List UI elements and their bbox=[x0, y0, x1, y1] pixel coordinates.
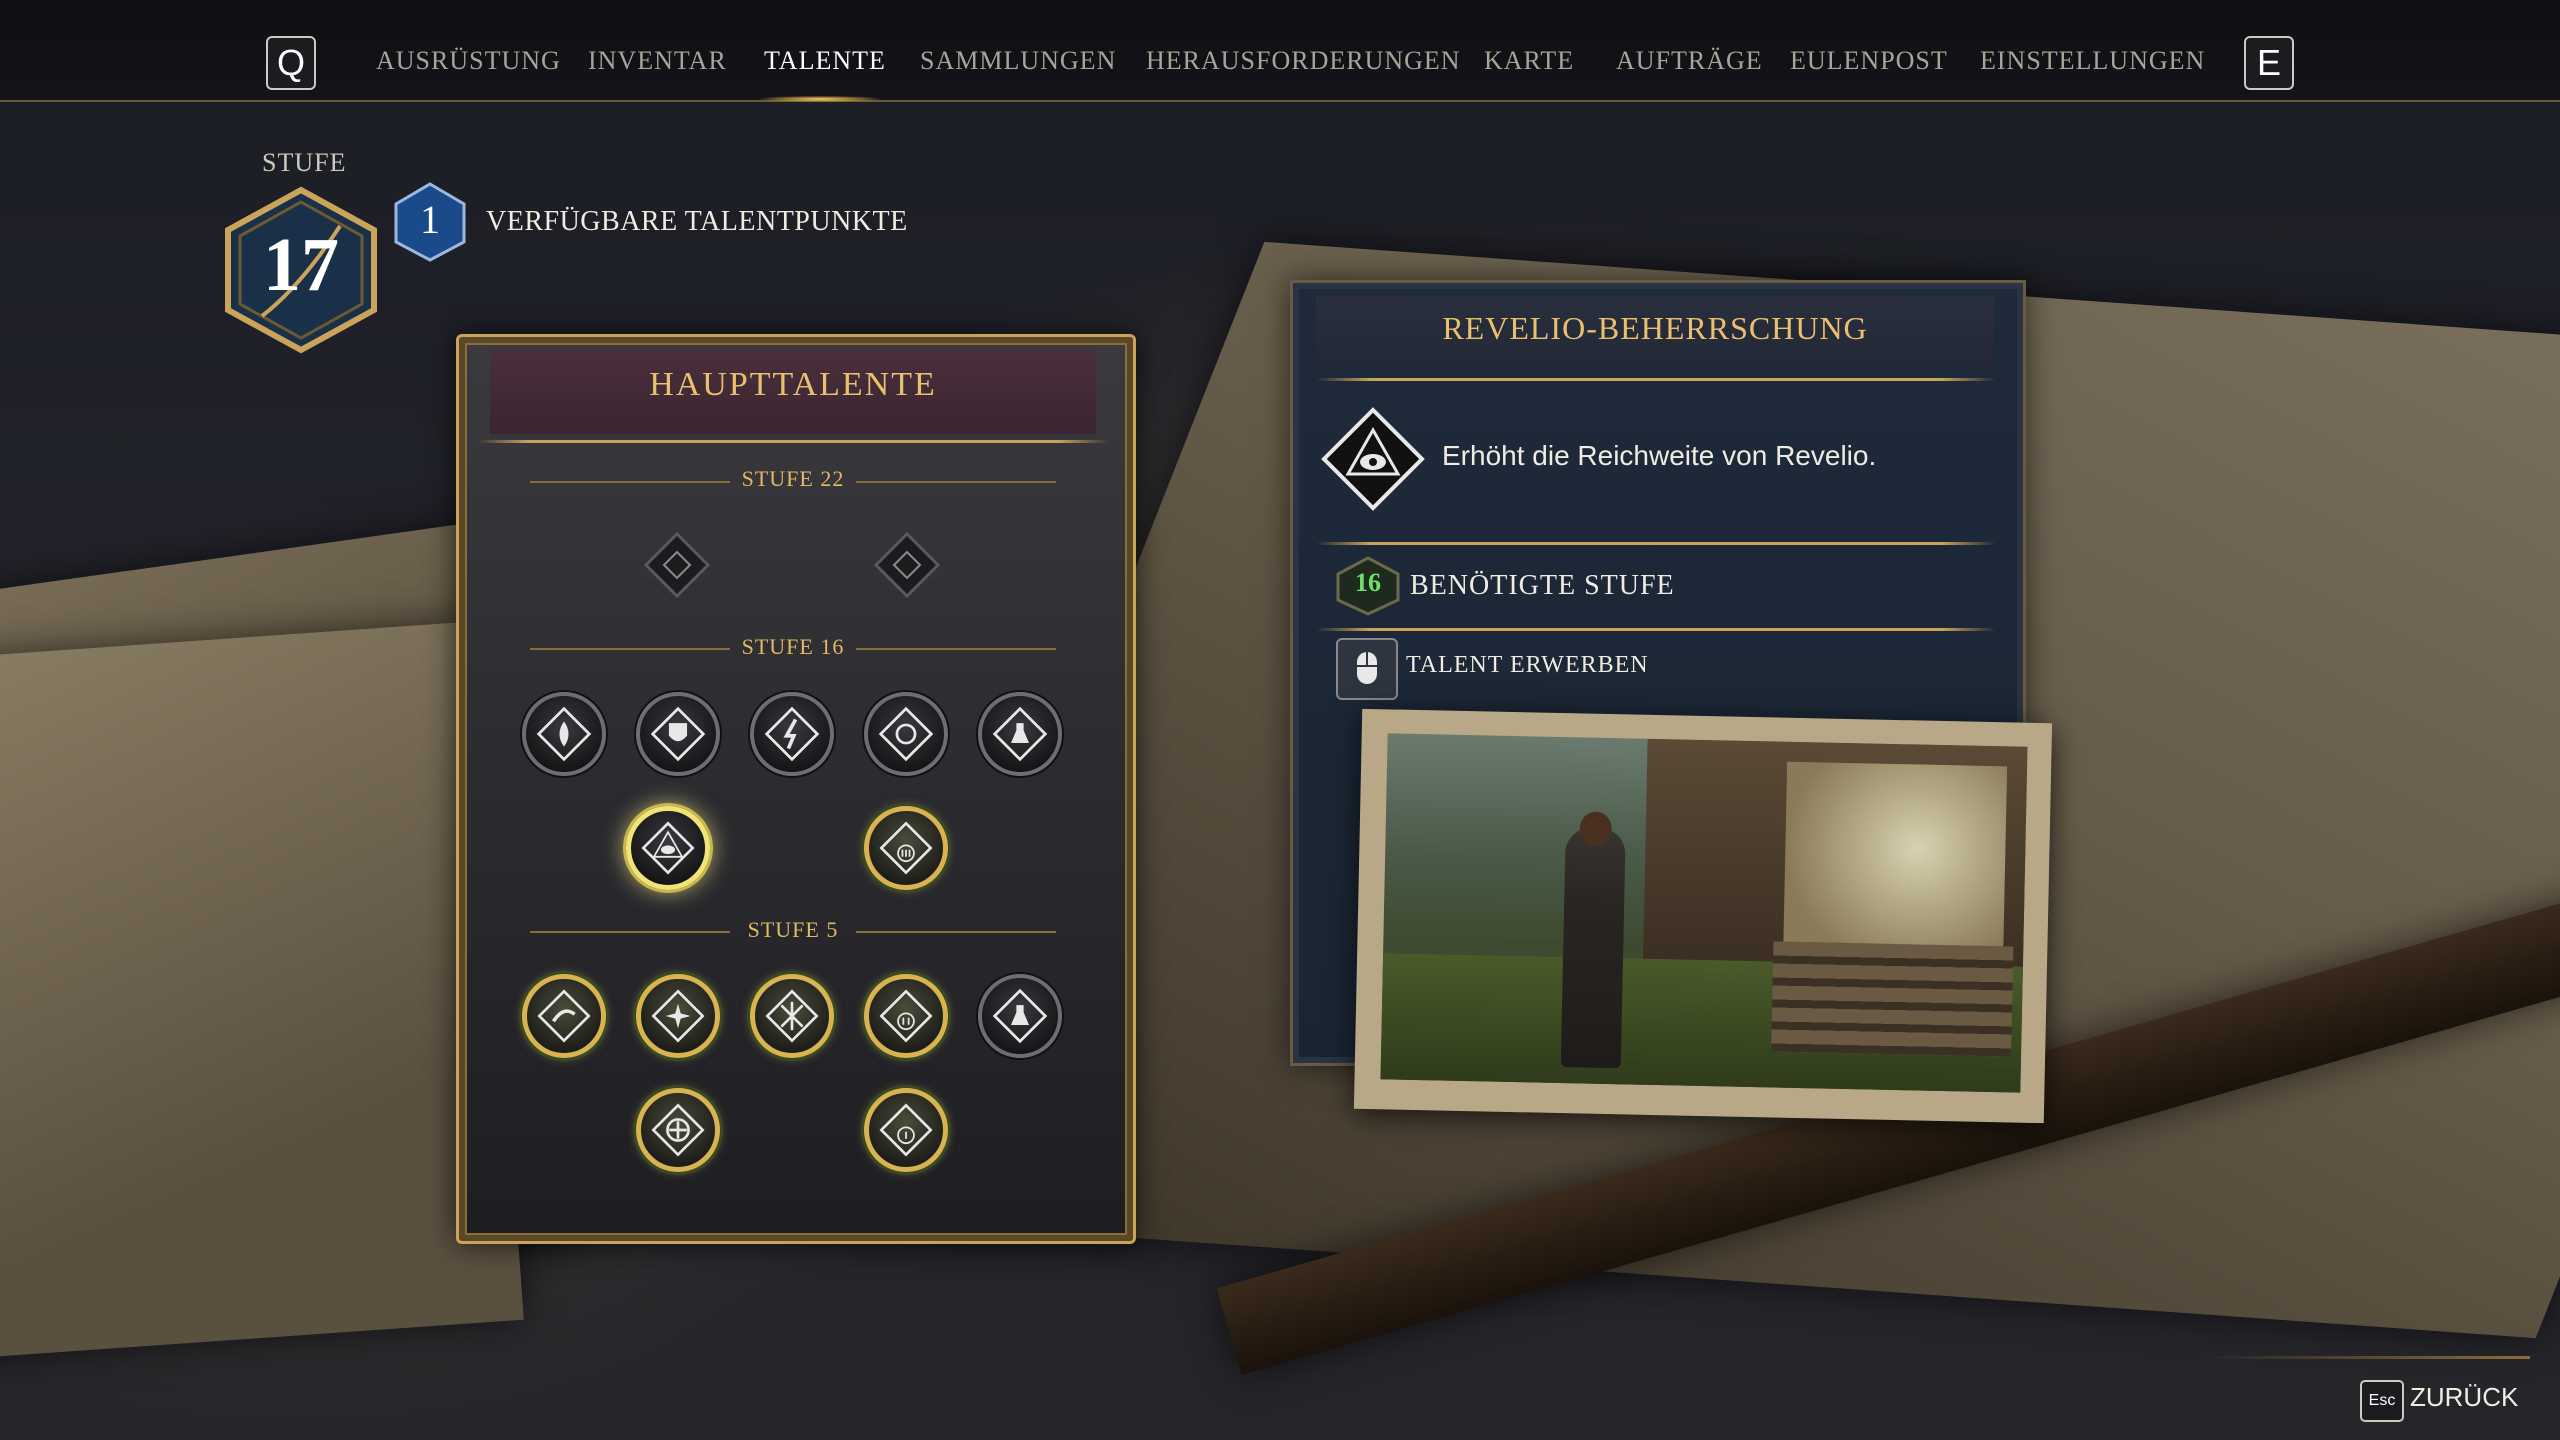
talent-points-label: VERFÜGBARE TALENTPUNKTE bbox=[486, 206, 908, 237]
star-burst-icon bbox=[765, 989, 819, 1043]
divider bbox=[478, 440, 1108, 443]
plus-cross-icon bbox=[651, 1103, 705, 1157]
top-nav-bar: Q AUSRÜSTUNG INVENTAR TALENTE SAMMLUNGEN… bbox=[0, 0, 2560, 102]
panel-title: HAUPTTALENTE bbox=[649, 366, 937, 403]
tab-eulenpost[interactable]: EULENPOST bbox=[1790, 46, 1948, 86]
required-level-label: BENÖTIGTE STUFE bbox=[1410, 570, 1675, 601]
tier-label-16: STUFE 16 bbox=[741, 634, 845, 659]
talent-node[interactable] bbox=[978, 974, 1062, 1058]
talent-description: Erhöht die Reichweite von Revelio. bbox=[1442, 440, 1877, 471]
revelio-eye-icon bbox=[1321, 407, 1425, 511]
sparkle-diamond-icon bbox=[651, 989, 705, 1043]
hand-spell-icon bbox=[537, 989, 591, 1043]
tier-label-5: STUFE 5 bbox=[747, 917, 839, 942]
tab-auftraege[interactable]: AUFTRÄGE bbox=[1616, 46, 1763, 86]
talent-node[interactable] bbox=[864, 1088, 948, 1172]
tab-talente[interactable]: TALENTE bbox=[764, 46, 886, 86]
talent-node[interactable] bbox=[872, 530, 942, 600]
dark-sigil-icon bbox=[873, 531, 941, 599]
talent-title: REVELIO-BEHERRSCHUNG bbox=[1442, 310, 1868, 346]
divider bbox=[1316, 542, 1996, 545]
talent-node[interactable] bbox=[750, 692, 834, 776]
talent-node[interactable] bbox=[750, 974, 834, 1058]
tab-inventar[interactable]: INVENTAR bbox=[588, 46, 727, 86]
mouse-click-icon[interactable] bbox=[1336, 638, 1398, 700]
talent-preview-image bbox=[1380, 733, 2028, 1093]
preview-stairs bbox=[1771, 941, 2014, 1057]
required-level: 16 bbox=[1355, 568, 1381, 597]
talent-node[interactable] bbox=[864, 806, 948, 890]
prev-tab-key[interactable]: Q bbox=[266, 36, 316, 90]
talent-node-selected[interactable] bbox=[626, 806, 710, 890]
esc-key[interactable]: Esc bbox=[2360, 1380, 2404, 1422]
talent-node[interactable] bbox=[636, 692, 720, 776]
talent-node[interactable] bbox=[636, 1088, 720, 1172]
talent-node[interactable] bbox=[522, 974, 606, 1058]
tab-sammlungen[interactable]: SAMMLUNGEN bbox=[920, 46, 1116, 86]
acquire-talent-button[interactable]: TALENT ERWERBEN bbox=[1406, 652, 1649, 679]
tier-label-22: STUFE 22 bbox=[741, 466, 845, 491]
talent-node[interactable] bbox=[522, 692, 606, 776]
diamond-one-icon bbox=[879, 1103, 933, 1157]
tab-einstellungen[interactable]: EINSTELLUNGEN bbox=[1980, 46, 2205, 86]
spell-flame-icon bbox=[536, 706, 592, 762]
divider bbox=[1316, 378, 1996, 381]
revelio-eye-icon bbox=[641, 821, 695, 875]
potion-diamond-icon bbox=[992, 988, 1048, 1044]
talent-node[interactable] bbox=[864, 974, 948, 1058]
shield-rune-icon bbox=[650, 706, 706, 762]
talent-node[interactable] bbox=[978, 692, 1062, 776]
preview-character bbox=[1560, 827, 1626, 1069]
diamond-three-icon bbox=[879, 821, 933, 875]
talent-node[interactable] bbox=[864, 692, 948, 776]
next-tab-key[interactable]: E bbox=[2244, 36, 2294, 90]
beast-rune-icon bbox=[878, 706, 934, 762]
background-scene bbox=[0, 0, 2560, 1440]
back-button[interactable]: ZURÜCK bbox=[2410, 1382, 2518, 1413]
tab-karte[interactable]: KARTE bbox=[1484, 46, 1574, 86]
active-tab-indicator bbox=[760, 96, 880, 102]
talent-node[interactable] bbox=[642, 530, 712, 600]
shield-bolt-icon bbox=[764, 706, 820, 762]
divider bbox=[1316, 628, 1996, 631]
book-page bbox=[0, 621, 524, 1359]
potion-diamond-icon bbox=[992, 706, 1048, 762]
diamond-two-icon bbox=[879, 989, 933, 1043]
level-label: STUFE bbox=[262, 148, 347, 177]
player-level: 17 bbox=[263, 223, 339, 307]
dark-sigil-icon bbox=[643, 531, 711, 599]
talent-points-count: 1 bbox=[420, 197, 440, 242]
divider bbox=[2200, 1356, 2530, 1359]
tab-ausruestung[interactable]: AUSRÜSTUNG bbox=[376, 46, 561, 86]
talent-node[interactable] bbox=[636, 974, 720, 1058]
tab-herausforderungen[interactable]: HERAUSFORDERUNGEN bbox=[1146, 46, 1461, 86]
